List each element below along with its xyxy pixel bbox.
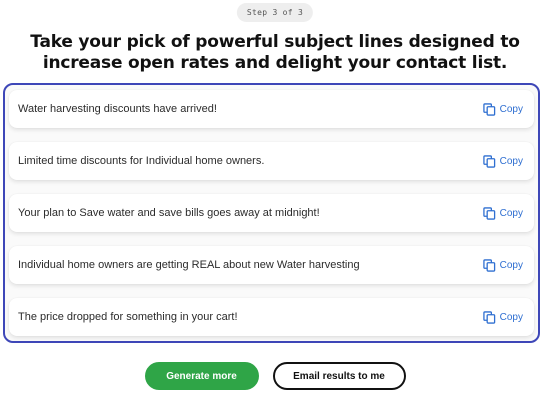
copy-label: Copy [499, 103, 523, 115]
action-bar: Generate more Email results to me [0, 362, 550, 390]
copy-button[interactable]: Copy [482, 258, 523, 272]
copy-button[interactable]: Copy [482, 102, 523, 116]
subject-line-row: Your plan to Save water and save bills g… [9, 194, 534, 232]
copy-label: Copy [499, 207, 523, 219]
copy-icon [482, 102, 496, 116]
copy-label: Copy [499, 155, 523, 167]
email-results-button[interactable]: Email results to me [272, 362, 406, 390]
subject-line-row: Water harvesting discounts have arrived!… [9, 90, 534, 128]
subject-line-row: Limited time discounts for Individual ho… [9, 142, 534, 180]
step-indicator: Step 3 of 3 [236, 3, 314, 22]
copy-label: Copy [499, 259, 523, 271]
subject-line-text: Water harvesting discounts have arrived! [18, 103, 217, 115]
copy-button[interactable]: Copy [482, 154, 523, 168]
copy-icon [482, 258, 496, 272]
copy-button[interactable]: Copy [482, 310, 523, 324]
generate-more-button[interactable]: Generate more [144, 362, 259, 390]
subject-line-text: Individual home owners are getting REAL … [18, 259, 360, 271]
copy-button[interactable]: Copy [482, 206, 523, 220]
copy-label: Copy [499, 311, 523, 323]
page-title-line-2: increase open rates and delight your con… [42, 53, 508, 73]
subject-line-row: Individual home owners are getting REAL … [9, 246, 534, 284]
subject-line-results: Water harvesting discounts have arrived!… [3, 83, 540, 343]
subject-line-text: Your plan to Save water and save bills g… [18, 207, 320, 219]
subject-line-text: Limited time discounts for Individual ho… [18, 155, 265, 167]
copy-icon [482, 206, 496, 220]
page-title-line-1: Take your pick of powerful subject lines… [30, 32, 520, 52]
copy-icon [482, 310, 496, 324]
page-title: Take your pick of powerful subject lines… [0, 32, 550, 74]
subject-line-row: The price dropped for something in your … [9, 298, 534, 336]
copy-icon [482, 154, 496, 168]
subject-line-text: The price dropped for something in your … [18, 311, 238, 323]
